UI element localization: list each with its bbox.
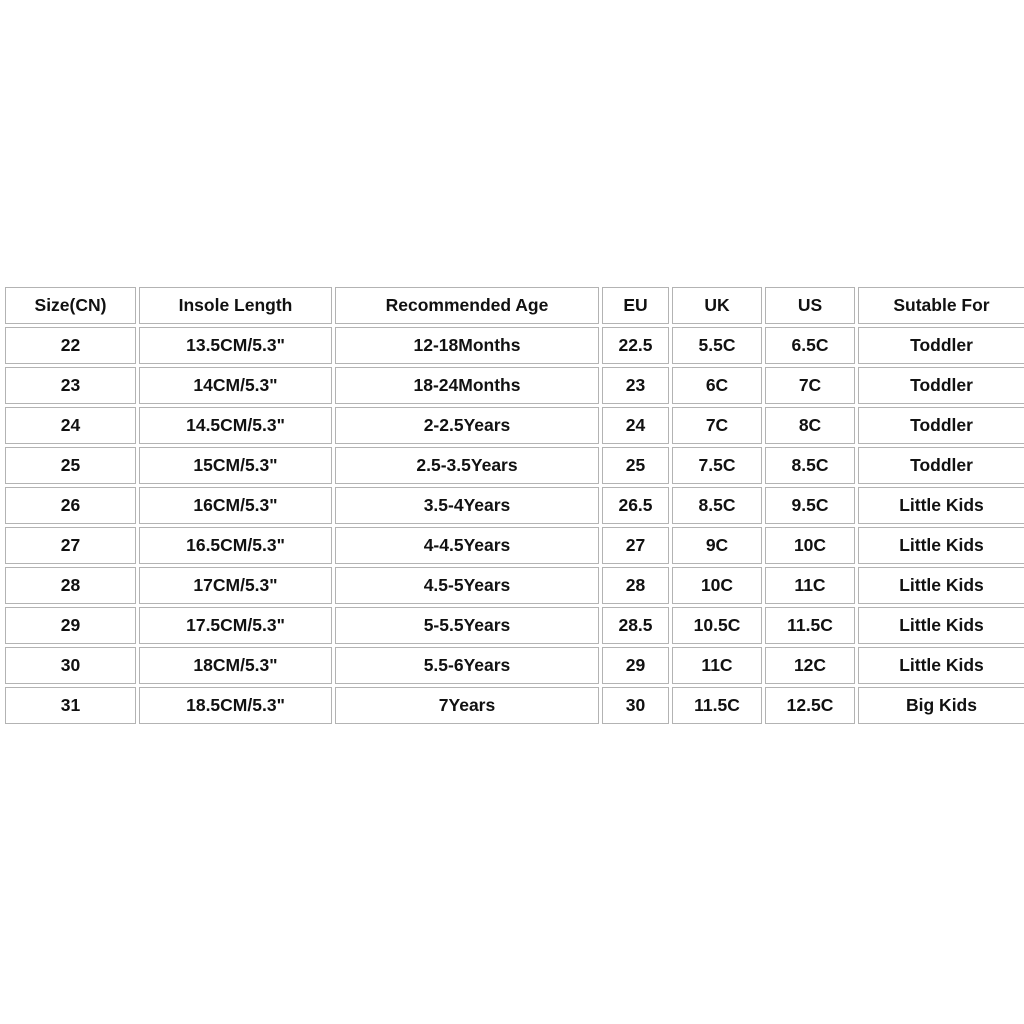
cell-us: 11C bbox=[765, 567, 855, 604]
cell-eu: 26.5 bbox=[602, 487, 669, 524]
table-row: 30 18CM/5.3" 5.5-6Years 29 11C 12C Littl… bbox=[5, 647, 1024, 684]
cell-size-cn: 28 bbox=[5, 567, 136, 604]
size-chart-header: Size(CN) Insole Length Recommended Age E… bbox=[5, 287, 1024, 324]
cell-eu: 28.5 bbox=[602, 607, 669, 644]
table-row: 25 15CM/5.3" 2.5-3.5Years 25 7.5C 8.5C T… bbox=[5, 447, 1024, 484]
cell-insole-length: 18CM/5.3" bbox=[139, 647, 332, 684]
table-row: 29 17.5CM/5.3" 5-5.5Years 28.5 10.5C 11.… bbox=[5, 607, 1024, 644]
cell-recommended-age: 5.5-6Years bbox=[335, 647, 599, 684]
cell-eu: 24 bbox=[602, 407, 669, 444]
cell-recommended-age: 2-2.5Years bbox=[335, 407, 599, 444]
cell-eu: 27 bbox=[602, 527, 669, 564]
cell-us: 7C bbox=[765, 367, 855, 404]
table-row: 27 16.5CM/5.3" 4-4.5Years 27 9C 10C Litt… bbox=[5, 527, 1024, 564]
cell-us: 8.5C bbox=[765, 447, 855, 484]
cell-insole-length: 18.5CM/5.3" bbox=[139, 687, 332, 724]
column-header-us: US bbox=[765, 287, 855, 324]
cell-suitable-for: Toddler bbox=[858, 447, 1024, 484]
cell-eu: 25 bbox=[602, 447, 669, 484]
cell-insole-length: 14.5CM/5.3" bbox=[139, 407, 332, 444]
cell-insole-length: 14CM/5.3" bbox=[139, 367, 332, 404]
cell-size-cn: 30 bbox=[5, 647, 136, 684]
table-header-row: Size(CN) Insole Length Recommended Age E… bbox=[5, 287, 1024, 324]
cell-size-cn: 29 bbox=[5, 607, 136, 644]
table-row: 26 16CM/5.3" 3.5-4Years 26.5 8.5C 9.5C L… bbox=[5, 487, 1024, 524]
size-chart-container: Size(CN) Insole Length Recommended Age E… bbox=[2, 284, 1024, 727]
cell-suitable-for: Toddler bbox=[858, 367, 1024, 404]
cell-size-cn: 23 bbox=[5, 367, 136, 404]
cell-size-cn: 31 bbox=[5, 687, 136, 724]
cell-us: 12.5C bbox=[765, 687, 855, 724]
cell-us: 10C bbox=[765, 527, 855, 564]
cell-recommended-age: 5-5.5Years bbox=[335, 607, 599, 644]
cell-suitable-for: Little Kids bbox=[858, 607, 1024, 644]
cell-uk: 11C bbox=[672, 647, 762, 684]
cell-suitable-for: Toddler bbox=[858, 327, 1024, 364]
table-row: 31 18.5CM/5.3" 7Years 30 11.5C 12.5C Big… bbox=[5, 687, 1024, 724]
cell-insole-length: 17CM/5.3" bbox=[139, 567, 332, 604]
column-header-uk: UK bbox=[672, 287, 762, 324]
cell-size-cn: 22 bbox=[5, 327, 136, 364]
cell-uk: 8.5C bbox=[672, 487, 762, 524]
cell-suitable-for: Little Kids bbox=[858, 527, 1024, 564]
cell-suitable-for: Little Kids bbox=[858, 487, 1024, 524]
cell-insole-length: 16.5CM/5.3" bbox=[139, 527, 332, 564]
cell-insole-length: 15CM/5.3" bbox=[139, 447, 332, 484]
cell-us: 8C bbox=[765, 407, 855, 444]
column-header-insole-length: Insole Length bbox=[139, 287, 332, 324]
cell-recommended-age: 4-4.5Years bbox=[335, 527, 599, 564]
cell-us: 6.5C bbox=[765, 327, 855, 364]
column-header-size-cn: Size(CN) bbox=[5, 287, 136, 324]
cell-uk: 7C bbox=[672, 407, 762, 444]
cell-eu: 28 bbox=[602, 567, 669, 604]
column-header-suitable-for: Sutable For bbox=[858, 287, 1024, 324]
table-row: 22 13.5CM/5.3" 12-18Months 22.5 5.5C 6.5… bbox=[5, 327, 1024, 364]
cell-recommended-age: 18-24Months bbox=[335, 367, 599, 404]
cell-uk: 6C bbox=[672, 367, 762, 404]
cell-us: 9.5C bbox=[765, 487, 855, 524]
cell-size-cn: 26 bbox=[5, 487, 136, 524]
cell-insole-length: 16CM/5.3" bbox=[139, 487, 332, 524]
cell-eu: 29 bbox=[602, 647, 669, 684]
cell-us: 11.5C bbox=[765, 607, 855, 644]
cell-uk: 5.5C bbox=[672, 327, 762, 364]
cell-suitable-for: Little Kids bbox=[858, 647, 1024, 684]
cell-recommended-age: 4.5-5Years bbox=[335, 567, 599, 604]
cell-insole-length: 17.5CM/5.3" bbox=[139, 607, 332, 644]
size-chart-table: Size(CN) Insole Length Recommended Age E… bbox=[2, 284, 1024, 727]
cell-us: 12C bbox=[765, 647, 855, 684]
cell-uk: 10.5C bbox=[672, 607, 762, 644]
cell-recommended-age: 2.5-3.5Years bbox=[335, 447, 599, 484]
cell-uk: 10C bbox=[672, 567, 762, 604]
column-header-eu: EU bbox=[602, 287, 669, 324]
size-chart-body: 22 13.5CM/5.3" 12-18Months 22.5 5.5C 6.5… bbox=[5, 327, 1024, 724]
cell-insole-length: 13.5CM/5.3" bbox=[139, 327, 332, 364]
cell-size-cn: 27 bbox=[5, 527, 136, 564]
cell-recommended-age: 3.5-4Years bbox=[335, 487, 599, 524]
page-root: Size(CN) Insole Length Recommended Age E… bbox=[0, 0, 1024, 1024]
cell-uk: 7.5C bbox=[672, 447, 762, 484]
cell-suitable-for: Little Kids bbox=[858, 567, 1024, 604]
cell-suitable-for: Toddler bbox=[858, 407, 1024, 444]
cell-suitable-for: Big Kids bbox=[858, 687, 1024, 724]
table-row: 24 14.5CM/5.3" 2-2.5Years 24 7C 8C Toddl… bbox=[5, 407, 1024, 444]
cell-recommended-age: 12-18Months bbox=[335, 327, 599, 364]
table-row: 28 17CM/5.3" 4.5-5Years 28 10C 11C Littl… bbox=[5, 567, 1024, 604]
table-row: 23 14CM/5.3" 18-24Months 23 6C 7C Toddle… bbox=[5, 367, 1024, 404]
cell-uk: 11.5C bbox=[672, 687, 762, 724]
cell-eu: 30 bbox=[602, 687, 669, 724]
cell-uk: 9C bbox=[672, 527, 762, 564]
cell-size-cn: 25 bbox=[5, 447, 136, 484]
cell-size-cn: 24 bbox=[5, 407, 136, 444]
cell-recommended-age: 7Years bbox=[335, 687, 599, 724]
cell-eu: 23 bbox=[602, 367, 669, 404]
column-header-recommended-age: Recommended Age bbox=[335, 287, 599, 324]
cell-eu: 22.5 bbox=[602, 327, 669, 364]
